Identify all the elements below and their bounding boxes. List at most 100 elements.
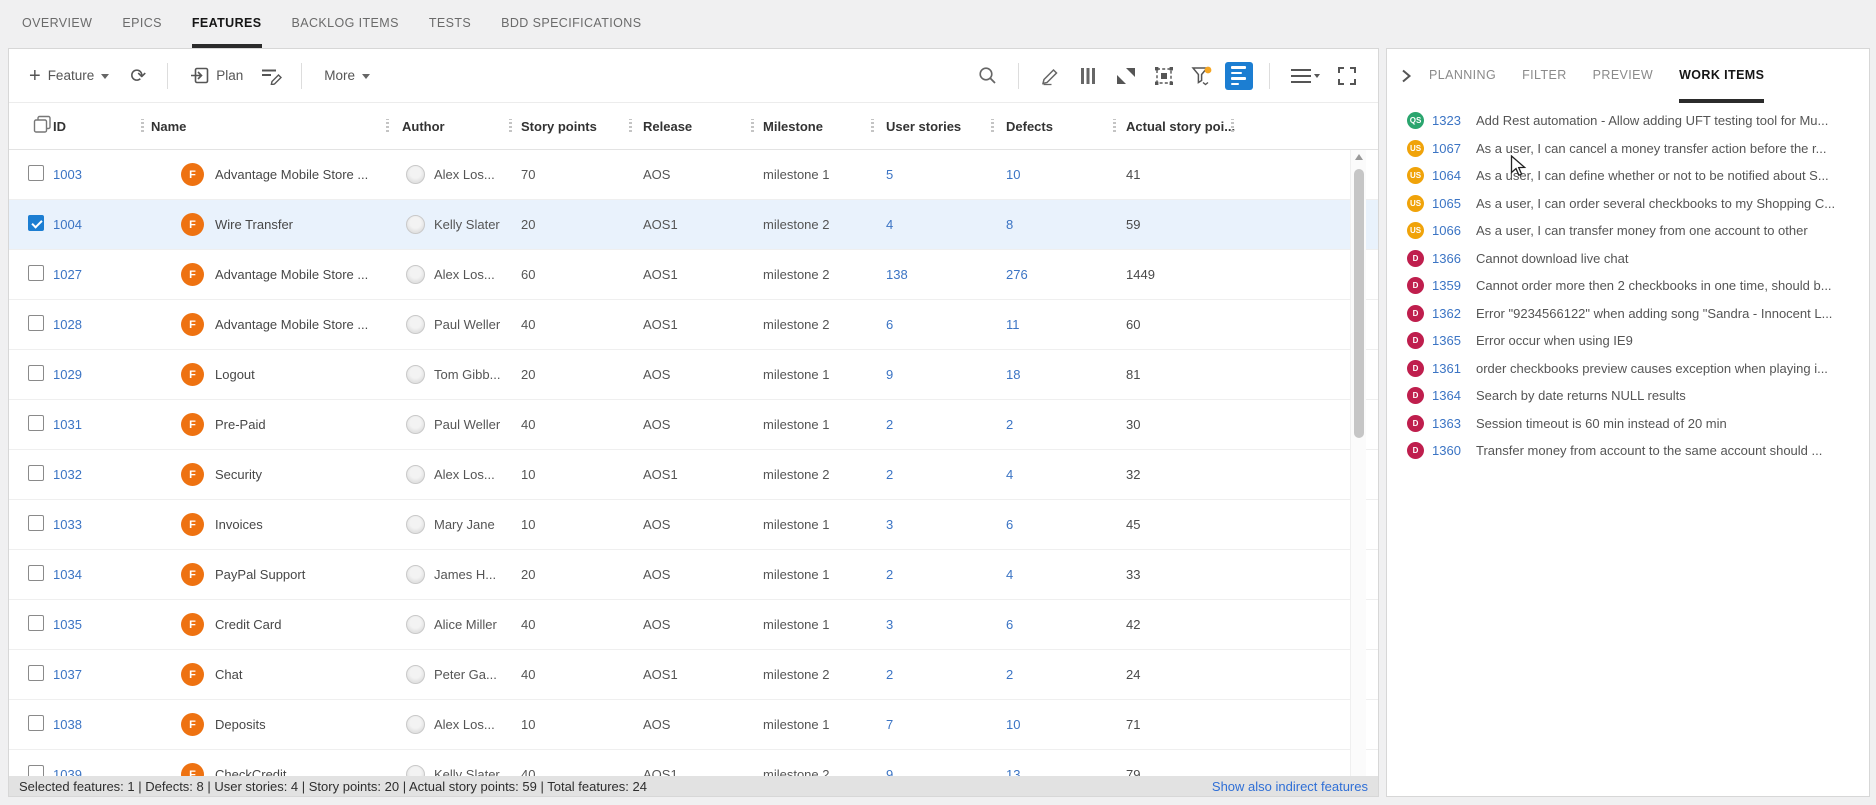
feature-id-link[interactable]: 1028 (53, 317, 82, 332)
column-header-name[interactable]: Name (141, 119, 386, 134)
row-checkbox[interactable] (28, 465, 44, 481)
table-row[interactable]: 1031 FPre-Paid Paul Weller 40 AOS milest… (9, 400, 1378, 450)
work-item-row[interactable]: D 1364 Search by date returns NULL resul… (1387, 382, 1869, 410)
row-checkbox[interactable] (28, 715, 44, 731)
table-row[interactable]: 1034 FPayPal Support James H... 20 AOS m… (9, 550, 1378, 600)
table-row[interactable]: 1028 FAdvantage Mobile Store ... Paul We… (9, 300, 1378, 350)
refresh-button[interactable]: ⟳ (123, 61, 153, 91)
column-header-user-stories[interactable]: User stories (871, 119, 991, 134)
row-checkbox[interactable] (28, 315, 44, 331)
work-item-row[interactable]: US 1067 As a user, I can cancel a money … (1387, 135, 1869, 163)
sidebar-tab-preview[interactable]: PREVIEW (1593, 49, 1653, 103)
tab-features[interactable]: FEATURES (192, 0, 262, 48)
table-row[interactable]: 1039 FCheckCredit Kelly Slater 40 AOS1 m… (9, 750, 1378, 778)
work-item-row[interactable]: D 1359 Cannot order more then 2 checkboo… (1387, 272, 1869, 300)
defects-count-link[interactable]: 11 (1006, 317, 1020, 332)
search-button[interactable] (972, 61, 1002, 91)
user-stories-count-link[interactable]: 3 (886, 617, 893, 632)
user-stories-count-link[interactable]: 5 (886, 167, 893, 182)
table-row[interactable]: 1037 FChat Peter Ga... 40 AOS1 milestone… (9, 650, 1378, 700)
column-drag-handle[interactable] (509, 119, 512, 134)
scroll-up-icon[interactable] (1355, 154, 1363, 160)
tab-bdd-specifications[interactable]: BDD SPECIFICATIONS (501, 0, 641, 48)
column-drag-handle[interactable] (751, 119, 754, 134)
column-drag-handle[interactable] (991, 119, 994, 134)
work-item-row[interactable]: D 1365 Error occur when using IE9 (1387, 327, 1869, 355)
work-item-row[interactable]: US 1066 As a user, I can transfer money … (1387, 217, 1869, 245)
edit-button[interactable] (1035, 61, 1065, 91)
defects-count-link[interactable]: 10 (1006, 167, 1020, 182)
filter-button[interactable] (1187, 61, 1217, 91)
work-item-row[interactable]: D 1362 Error "9234566122" when adding so… (1387, 300, 1869, 328)
feature-id-link[interactable]: 1032 (53, 467, 82, 482)
table-row[interactable]: 1033 FInvoices Mary Jane 10 AOS mileston… (9, 500, 1378, 550)
work-item-row[interactable]: US 1065 As a user, I can order several c… (1387, 190, 1869, 218)
column-header-actual-story-points[interactable]: Actual story poi... (1113, 119, 1236, 134)
bulk-update-button[interactable] (257, 61, 287, 91)
user-stories-count-link[interactable]: 2 (886, 567, 893, 582)
defects-count-link[interactable]: 18 (1006, 367, 1020, 382)
row-checkbox[interactable] (28, 365, 44, 381)
view-options-button[interactable] (1286, 61, 1324, 91)
column-header-release[interactable]: Release (629, 119, 751, 134)
table-scrollbar[interactable] (1350, 150, 1366, 778)
defects-count-link[interactable]: 2 (1006, 417, 1013, 432)
work-item-id-link[interactable]: 1362 (1432, 306, 1468, 321)
row-checkbox[interactable] (28, 515, 44, 531)
fullscreen-button[interactable] (1332, 61, 1362, 91)
column-header-defects[interactable]: Defects (991, 119, 1113, 134)
defects-count-link[interactable]: 276 (1006, 267, 1028, 282)
column-drag-handle[interactable] (629, 119, 632, 134)
work-item-id-link[interactable]: 1360 (1432, 443, 1468, 458)
sidebar-tab-filter[interactable]: FILTER (1522, 49, 1567, 103)
defects-count-link[interactable]: 10 (1006, 717, 1020, 732)
details-view-toggle[interactable] (1225, 62, 1253, 90)
work-item-id-link[interactable]: 1323 (1432, 113, 1468, 128)
work-item-id-link[interactable]: 1365 (1432, 333, 1468, 348)
expand-panel-button[interactable] (1399, 49, 1413, 103)
select-all-button[interactable] (27, 115, 53, 137)
work-item-id-link[interactable]: 1361 (1432, 361, 1468, 376)
tab-overview[interactable]: OVERVIEW (22, 0, 92, 48)
select-area-button[interactable] (1149, 61, 1179, 91)
scrollbar-thumb[interactable] (1354, 169, 1364, 438)
tab-epics[interactable]: EPICS (122, 0, 162, 48)
table-row[interactable]: 1003 FAdvantage Mobile Store ... Alex Lo… (9, 150, 1378, 200)
column-header-author[interactable]: Author (386, 119, 509, 134)
tab-tests[interactable]: TESTS (429, 0, 471, 48)
user-stories-count-link[interactable]: 3 (886, 517, 893, 532)
feature-id-link[interactable]: 1034 (53, 567, 82, 582)
feature-id-link[interactable]: 1037 (53, 667, 82, 682)
user-stories-count-link[interactable]: 2 (886, 667, 893, 682)
sidebar-tab-work-items[interactable]: WORK ITEMS (1679, 49, 1764, 103)
table-row[interactable]: 1029 FLogout Tom Gibb... 20 AOS mileston… (9, 350, 1378, 400)
work-item-id-link[interactable]: 1364 (1432, 388, 1468, 403)
columns-button[interactable] (1073, 61, 1103, 91)
add-feature-button[interactable]: + Feature (21, 62, 117, 89)
column-drag-handle[interactable] (1113, 119, 1116, 134)
feature-id-link[interactable]: 1031 (53, 417, 82, 432)
feature-id-link[interactable]: 1027 (53, 267, 82, 282)
defects-count-link[interactable]: 2 (1006, 667, 1013, 682)
work-item-row[interactable]: D 1361 order checkbooks preview causes e… (1387, 355, 1869, 383)
table-row[interactable]: 1035 FCredit Card Alice Miller 40 AOS mi… (9, 600, 1378, 650)
column-header-milestone[interactable]: Milestone (751, 119, 871, 134)
defects-count-link[interactable]: 8 (1006, 217, 1013, 232)
user-stories-count-link[interactable]: 9 (886, 367, 893, 382)
table-row[interactable]: 1038 FDeposits Alex Los... 10 AOS milest… (9, 700, 1378, 750)
table-row[interactable]: 1004 FWire Transfer Kelly Slater 20 AOS1… (9, 200, 1378, 250)
sidebar-tab-planning[interactable]: PLANNING (1429, 49, 1496, 103)
row-checkbox[interactable] (28, 415, 44, 431)
work-item-id-link[interactable]: 1359 (1432, 278, 1468, 293)
row-checkbox[interactable] (28, 215, 44, 231)
feature-id-link[interactable]: 1038 (53, 717, 82, 732)
work-item-row[interactable]: D 1360 Transfer money from account to th… (1387, 437, 1869, 465)
work-item-id-link[interactable]: 1363 (1432, 416, 1468, 431)
user-stories-count-link[interactable]: 7 (886, 717, 893, 732)
work-item-id-link[interactable]: 1065 (1432, 196, 1468, 211)
work-item-row[interactable]: D 1366 Cannot download live chat (1387, 245, 1869, 273)
defects-count-link[interactable]: 6 (1006, 517, 1013, 532)
work-item-id-link[interactable]: 1064 (1432, 168, 1468, 183)
column-header-id[interactable]: ID (53, 119, 141, 134)
feature-id-link[interactable]: 1035 (53, 617, 82, 632)
